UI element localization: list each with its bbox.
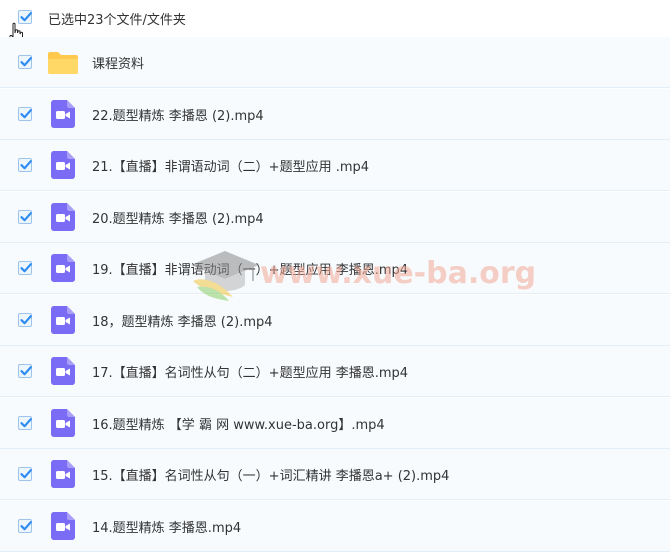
video-file-icon: [51, 409, 75, 437]
file-row[interactable]: 20.题型精炼 李播恩 (2).mp4: [0, 192, 670, 243]
file-name: 20.题型精炼 李播恩 (2).mp4: [92, 212, 264, 227]
video-file-icon: [51, 357, 75, 385]
checkmark-icon: [20, 521, 32, 531]
checkmark-icon: [20, 109, 32, 119]
video-file-icon: [51, 512, 75, 540]
file-row[interactable]: 15.【直播】名词性从句（一）+词汇精讲 李播恩a+ (2).mp4: [0, 449, 670, 500]
row-checkbox[interactable]: [18, 210, 32, 224]
video-file-icon: [51, 151, 75, 179]
file-name: 21.【直播】非谓语动词（二）+题型应用 .mp4: [92, 160, 370, 175]
row-checkbox[interactable]: [18, 467, 32, 481]
video-file-icon: [51, 100, 75, 128]
file-name: 18，题型精炼 李播恩 (2).mp4: [92, 315, 273, 330]
row-checkbox[interactable]: [18, 261, 32, 275]
file-name: 22.题型精炼 李播恩 (2).mp4: [92, 109, 264, 124]
file-name: 课程资料: [92, 57, 145, 72]
row-checkbox[interactable]: [18, 364, 32, 378]
checkmark-icon: [20, 212, 32, 222]
file-row[interactable]: 14.题型精炼 李播恩.mp4: [0, 501, 670, 552]
file-row[interactable]: 18，题型精炼 李播恩 (2).mp4: [0, 295, 670, 346]
file-row[interactable]: 19.【直播】非谓语动词（一）+题型应用 李播恩.mp4: [0, 243, 670, 294]
folder-icon: [47, 51, 79, 75]
file-row[interactable]: 22.题型精炼 李播恩 (2).mp4: [0, 89, 670, 140]
video-file-icon: [51, 203, 75, 231]
video-file-icon: [51, 306, 75, 334]
file-row[interactable]: 16.题型精炼 【学 霸 网 www.xue-ba.org】.mp4: [0, 398, 670, 449]
row-checkbox[interactable]: [18, 313, 32, 327]
file-row[interactable]: 21.【直播】非谓语动词（二）+题型应用 .mp4: [0, 140, 670, 191]
row-checkbox[interactable]: [18, 416, 32, 430]
checkmark-icon: [20, 57, 32, 67]
video-file-icon: [51, 254, 75, 282]
row-checkbox[interactable]: [18, 519, 32, 533]
selection-header: 已选中23个文件/文件夹: [0, 0, 670, 45]
file-name: 19.【直播】非谓语动词（一）+题型应用 李播恩.mp4: [92, 263, 409, 278]
file-name: 14.题型精炼 李播恩.mp4: [92, 521, 242, 536]
file-name: 17.【直播】名词性从句（二）+题型应用 李播恩.mp4: [92, 366, 409, 381]
folder-row[interactable]: 课程资料: [0, 37, 670, 88]
checkmark-icon: [20, 469, 32, 479]
checkmark-icon: [20, 315, 32, 325]
file-name: 15.【直播】名词性从句（一）+词汇精讲 李播恩a+ (2).mp4: [92, 469, 450, 484]
checkmark-icon: [20, 263, 32, 273]
selection-count-text: 已选中23个文件/文件夹: [48, 13, 186, 28]
row-checkbox[interactable]: [18, 55, 32, 69]
checkmark-icon: [20, 160, 32, 170]
file-name: 16.题型精炼 【学 霸 网 www.xue-ba.org】.mp4: [92, 418, 385, 433]
checkmark-icon: [20, 366, 32, 376]
video-file-icon: [51, 460, 75, 488]
row-checkbox[interactable]: [18, 107, 32, 121]
checkmark-icon: [20, 418, 32, 428]
row-checkbox[interactable]: [18, 158, 32, 172]
file-row[interactable]: 17.【直播】名词性从句（二）+题型应用 李播恩.mp4: [0, 346, 670, 397]
